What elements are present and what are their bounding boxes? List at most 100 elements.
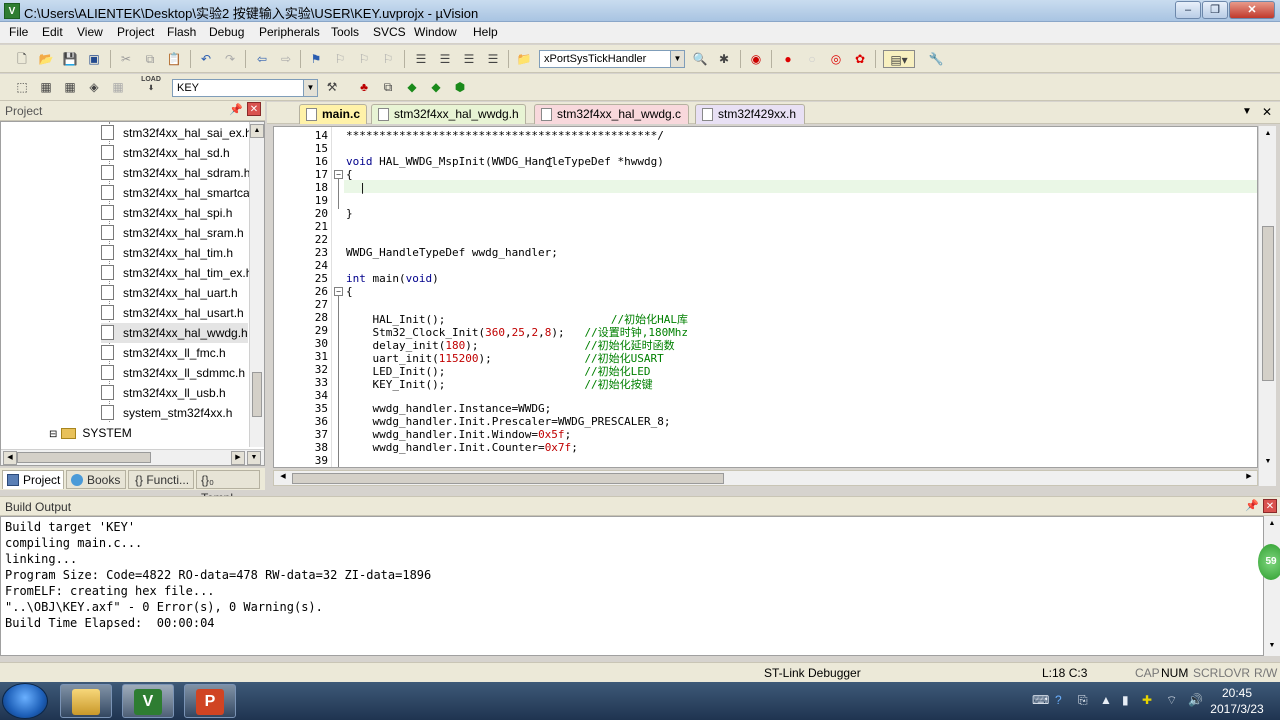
restore-button[interactable]: ❐	[1202, 1, 1228, 19]
undo-icon[interactable]: ↶	[197, 50, 215, 68]
comment-icon[interactable]: ☰	[460, 50, 478, 68]
fold-collapse-icon[interactable]: −	[334, 170, 343, 179]
code-line[interactable]: {	[346, 285, 353, 298]
code-line[interactable]: wwdg_handler.Instance=WWDG;	[346, 402, 551, 415]
close-editor-icon[interactable]: ✕	[1262, 105, 1272, 119]
file-extensions-icon[interactable]: ⧉	[379, 78, 397, 96]
tree-file-item-selected[interactable]: stm32f4xx_hal_wwdg.h	[101, 323, 248, 343]
menu-file[interactable]: File	[9, 25, 28, 39]
tree-file-item[interactable]: stm32f4xx_hal_tim_ex.h	[101, 263, 252, 283]
menu-project[interactable]: Project	[117, 25, 154, 39]
open-folder-icon[interactable]: 📂	[37, 50, 55, 68]
tab-templates[interactable]: {}₀ Templ...	[196, 470, 260, 505]
paste-icon[interactable]: 📋	[165, 50, 183, 68]
tree-file-item[interactable]: stm32f4xx_hal_uart.h	[101, 283, 238, 303]
batch-build-icon[interactable]: ◈	[85, 78, 103, 96]
translate-icon[interactable]: ⬚	[13, 78, 31, 96]
editor-vertical-scrollbar[interactable]: ▲ ▼	[1258, 126, 1276, 486]
scroll-up-icon[interactable]: ▲	[1265, 518, 1279, 532]
build-icon[interactable]: ▦	[37, 78, 55, 96]
tree-folder-system[interactable]: ⊟ SYSTEM	[49, 423, 132, 443]
help-icon[interactable]: ?	[1055, 693, 1062, 707]
tree-file-item[interactable]: stm32f4xx_hal_usart.h	[101, 303, 244, 323]
menu-view[interactable]: View	[77, 25, 103, 39]
tree-file-item[interactable]: system_stm32f4xx.h	[101, 403, 232, 423]
menu-edit[interactable]: Edit	[42, 25, 63, 39]
disable-breakpoints-icon[interactable]: ◎	[827, 50, 845, 68]
build-output-scrollbar[interactable]: ▲ 59 ▼	[1258, 516, 1280, 656]
next-bookmark-icon[interactable]: ⚐	[355, 50, 373, 68]
tree-file-item[interactable]: stm32f4xx_ll_fmc.h	[101, 343, 226, 363]
chevron-down-icon[interactable]: ▼	[670, 51, 684, 67]
menu-peripherals[interactable]: Peripherals	[259, 25, 320, 39]
code-line[interactable]: |	[346, 181, 366, 194]
tree-file-item[interactable]: stm32f4xx_hal_tim.h	[101, 243, 233, 263]
code-line[interactable]: ****************************************…	[346, 129, 664, 142]
rebuild-icon[interactable]: ▦	[61, 78, 79, 96]
code-line[interactable]: int main(void)	[346, 272, 439, 285]
tree-file-item[interactable]: stm32f4xx_ll_usb.h	[101, 383, 226, 403]
show-hidden-icons-icon[interactable]: ▲	[1100, 693, 1112, 707]
menu-tools[interactable]: Tools	[331, 25, 359, 39]
code-line[interactable]: WWDG_HandleTypeDef wwdg_handler;	[346, 246, 558, 259]
function-combo[interactable]: xPortSysTickHandler ▼	[539, 50, 685, 68]
copy-icon[interactable]: ⧉	[141, 50, 159, 68]
target-options-icon[interactable]: ⚒	[323, 78, 341, 96]
menu-debug[interactable]: Debug	[209, 25, 244, 39]
pin-icon[interactable]: 📌	[229, 103, 243, 116]
tab-stm32f429xx-h[interactable]: stm32f429xx.h	[695, 104, 805, 124]
scroll-right-icon[interactable]: ▶	[231, 451, 245, 465]
build-output-text[interactable]: Build target 'KEY' compiling main.c... l…	[0, 516, 1264, 656]
start-button[interactable]	[2, 683, 48, 719]
scroll-thumb[interactable]	[1262, 226, 1274, 381]
signal-icon[interactable]: ▮	[1122, 693, 1129, 707]
insert-breakpoint-icon[interactable]: ●	[779, 50, 797, 68]
find-in-files-icon[interactable]: 📁	[515, 50, 533, 68]
manage-components-icon[interactable]: ♣	[355, 78, 373, 96]
code-line[interactable]: }	[346, 207, 353, 220]
keyboard-icon[interactable]: ⌨	[1032, 693, 1049, 707]
tree-file-item[interactable]: stm32f4xx_hal_sdram.h	[101, 163, 250, 183]
tab-stm32f4xx-hal-wwdg-h[interactable]: stm32f4xx_hal_wwdg.h	[371, 104, 526, 124]
tab-project[interactable]: Project	[2, 470, 64, 489]
cut-icon[interactable]: ✂	[117, 50, 135, 68]
scroll-up-icon[interactable]: ▲	[250, 124, 264, 138]
scroll-right-icon[interactable]: ▶	[1242, 471, 1256, 485]
menu-help[interactable]: Help	[473, 25, 498, 39]
speed-badge[interactable]: 59	[1258, 544, 1280, 580]
navigate-forward-icon[interactable]: ⇨	[277, 50, 295, 68]
tab-main-c[interactable]: main.c	[299, 104, 367, 124]
code-line[interactable]: KEY_Init(); //初始化按键	[346, 376, 652, 392]
select-packs-icon[interactable]: ◆	[403, 78, 421, 96]
volume-icon[interactable]: 🔊	[1188, 693, 1203, 707]
scroll-left-icon[interactable]: ◀	[3, 451, 17, 465]
taskbar-uvision[interactable]: V	[122, 684, 174, 718]
wifi-icon[interactable]: ⌔	[1166, 693, 1177, 708]
code-line[interactable]: {	[346, 168, 353, 181]
navigate-back-icon[interactable]: ⇦	[253, 50, 271, 68]
kill-breakpoints-icon[interactable]: ✿	[851, 50, 869, 68]
code-line[interactable]: void HAL_WWDG_MspInit(WWDG_HandleTypeDef…	[346, 155, 664, 168]
menu-svcs[interactable]: SVCS	[373, 25, 406, 39]
target-combo[interactable]: KEY ▼	[172, 79, 318, 97]
code-line[interactable]: wwdg_handler.Init.Window=0x5f;	[346, 428, 571, 441]
incremental-find-icon[interactable]: ✱	[715, 50, 733, 68]
uncomment-icon[interactable]: ☰	[484, 50, 502, 68]
collapse-icon[interactable]: ⊟	[49, 429, 57, 440]
minimize-button[interactable]: –	[1175, 1, 1201, 19]
redo-icon[interactable]: ↷	[221, 50, 239, 68]
save-all-icon[interactable]: ▣	[85, 50, 103, 68]
scroll-left-icon[interactable]: ◀	[276, 471, 290, 485]
bookmark-icon[interactable]: ⚑	[307, 50, 325, 68]
tree-file-item[interactable]: stm32f4xx_hal_spi.h	[101, 203, 232, 223]
chevron-down-icon[interactable]: ▼	[303, 80, 317, 96]
scroll-down-icon[interactable]: ▼	[1261, 456, 1275, 470]
taskbar-clock[interactable]: 20:45 2017/3/23	[1202, 685, 1272, 717]
clear-bookmarks-icon[interactable]: ⚐	[379, 50, 397, 68]
close-button[interactable]: ✕	[1229, 1, 1275, 19]
new-file-icon[interactable]: 🗋	[13, 50, 31, 68]
scroll-down-icon[interactable]: ▼	[247, 451, 261, 465]
indent-icon[interactable]: ☰	[412, 50, 430, 68]
configure-icon[interactable]: 🔧	[927, 50, 945, 68]
run-time-environment-icon[interactable]: ⬢	[451, 78, 469, 96]
